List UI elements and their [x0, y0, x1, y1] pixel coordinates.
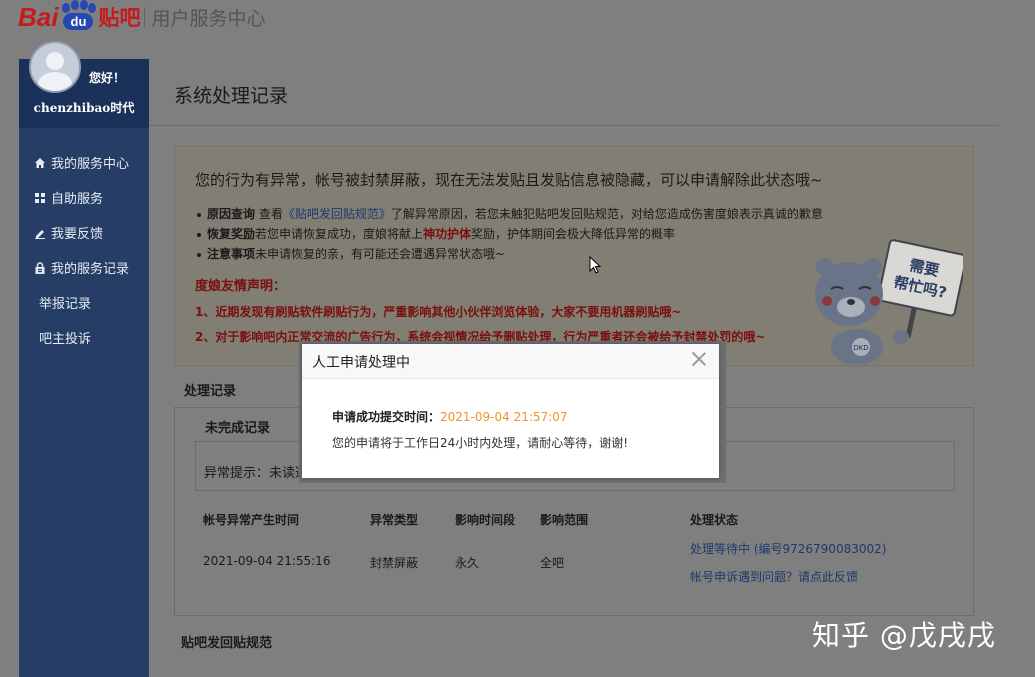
logo-bai-text: Bai [18, 1, 59, 32]
page-title: 系统处理记录 [174, 85, 289, 107]
declaration-1: 1、近期发现有刷贴软件刷贴行为，严重影响其他小伙伴浏览体验，大家不要用机器刷贴哦… [195, 305, 682, 319]
dialog-title: 人工申请处理中 [312, 355, 410, 371]
close-icon[interactable] [689, 349, 709, 369]
sidebar-item-service-records[interactable]: 我的服务记录 [19, 250, 149, 285]
table-header: 异常类型 [370, 513, 419, 527]
logo-divider [144, 7, 146, 27]
user-panel: 您好！ chenzhibao时代 [19, 41, 149, 128]
notice-item-reward: 恢复奖励若您申请恢复成功，度娘将献上神功护体奖励，护体期间会极大降低异常的概率 [197, 224, 823, 244]
lock-icon [34, 261, 46, 274]
declaration-title: 度娘友情声明： [195, 279, 287, 294]
sidebar-item-label: 举报记录 [39, 297, 92, 312]
svg-text:DKD: DKD [853, 344, 868, 352]
status-pending-link[interactable]: 处理等待中 (编号9726790083002) [690, 540, 886, 557]
submit-time-line: 申请成功提交时间：2021-09-04 21:57:07 [332, 408, 567, 425]
sidebar-item-label: 我的服务中心 [51, 157, 130, 172]
watermark: 知乎 @戊戌戌 [812, 619, 996, 652]
bear-mascot-icon: 需要 帮忙吗? DKD [815, 239, 963, 364]
table-header: 处理状态 [690, 513, 739, 527]
grid-icon [34, 192, 46, 204]
paw-icon: du [59, 0, 97, 32]
table-cell: 全吧 [540, 556, 565, 570]
mouse-cursor-icon [589, 256, 601, 274]
sidebar-item-label: 我的服务记录 [51, 262, 130, 277]
dialog-message: 您的申请将于工作日24小时内处理，请耐心等待，谢谢! [332, 436, 629, 450]
tab-incomplete-records[interactable]: 未完成记录 [205, 417, 270, 436]
notice-list: 原因查询 查看《贴吧发回贴规范》了解异常原因，若您未触犯贴吧发回贴规范，对给您造… [197, 204, 823, 264]
table-cell: 2021-09-04 21:55:16 [203, 554, 331, 568]
site-subtitle: 用户服务中心 [151, 7, 266, 30]
appeal-feedback-link[interactable]: 帐号申诉遇到问题？请点此反馈 [690, 568, 858, 585]
modal-overlay-frame: 人工申请处理中 申请成功提交时间：2021-09-04 21:57:07 您的申… [299, 341, 726, 483]
hint-text: 异常提示：未读通 [204, 466, 309, 481]
sidebar-item-self-service[interactable]: 自助服务 [19, 180, 149, 215]
sidebar-item-report-records[interactable]: 举报记录 [19, 285, 149, 320]
notice-headline: 您的行为有异常，帐号被封禁屏蔽，现在无法发贴且发贴信息被隐藏，可以申请解除此状态… [195, 171, 823, 189]
divider [149, 125, 999, 126]
home-icon [34, 157, 46, 169]
submit-time-label: 申请成功提交时间： [332, 410, 441, 424]
status-notice: 您的行为有异常，帐号被封禁屏蔽，现在无法发贴且发贴信息被隐藏，可以申请解除此状态… [174, 146, 974, 366]
sidebar: 您好！ chenzhibao时代 我的服务中心 自助服务 我要反馈 我的服务记录… [19, 41, 149, 677]
sidebar-item-feedback[interactable]: 我要反馈 [19, 215, 149, 250]
notice-item-caution: 注意事项未申请恢复的亲，有可能还会遭遇异常状态哦~ [197, 244, 823, 264]
table-header: 影响范围 [540, 513, 589, 527]
notice-item-reason: 原因查询 查看《贴吧发回贴规范》了解异常原因，若您未触犯贴吧发回贴规范，对给您造… [197, 204, 823, 224]
sidebar-item-moderator-complaint[interactable]: 吧主投诉 [19, 320, 149, 355]
sidebar-item-service-center[interactable]: 我的服务中心 [19, 145, 149, 180]
table-header: 帐号异常产生时间 [203, 513, 300, 527]
dialog-header: 人工申请处理中 [302, 344, 719, 379]
sidebar-item-label: 自助服务 [51, 192, 104, 207]
submit-time-value: 2021-09-04 21:57:07 [440, 410, 568, 424]
sidebar-item-label: 吧主投诉 [39, 332, 92, 347]
edit-icon [34, 227, 46, 239]
records-section-title: 处理记录 [184, 384, 237, 399]
table-cell: 封禁屏蔽 [370, 556, 419, 570]
sidebar-nav: 我的服务中心 自助服务 我要反馈 我的服务记录 举报记录 吧主投诉 [19, 145, 149, 355]
table-header: 影响时间段 [455, 513, 516, 527]
logo-du-text: du [63, 13, 94, 30]
table-cell: 永久 [455, 556, 480, 570]
greeting-text: 您好！ [89, 71, 126, 85]
baidu-tieba-logo[interactable]: Bai du 贴吧 用户服务中心 [18, 0, 266, 32]
header: Bai du 贴吧 用户服务中心 [0, 0, 1035, 40]
processing-dialog: 人工申请处理中 申请成功提交时间：2021-09-04 21:57:07 您的申… [302, 344, 719, 478]
username[interactable]: chenzhibao时代 [19, 99, 149, 116]
rules-section-title: 贴吧发回贴规范 [181, 636, 273, 651]
sidebar-item-label: 我要反馈 [51, 227, 104, 242]
rules-link[interactable]: 《贴吧发回贴规范》 [283, 207, 391, 221]
logo-tieba-text: 贴吧 [98, 6, 141, 30]
avatar[interactable] [29, 41, 81, 93]
